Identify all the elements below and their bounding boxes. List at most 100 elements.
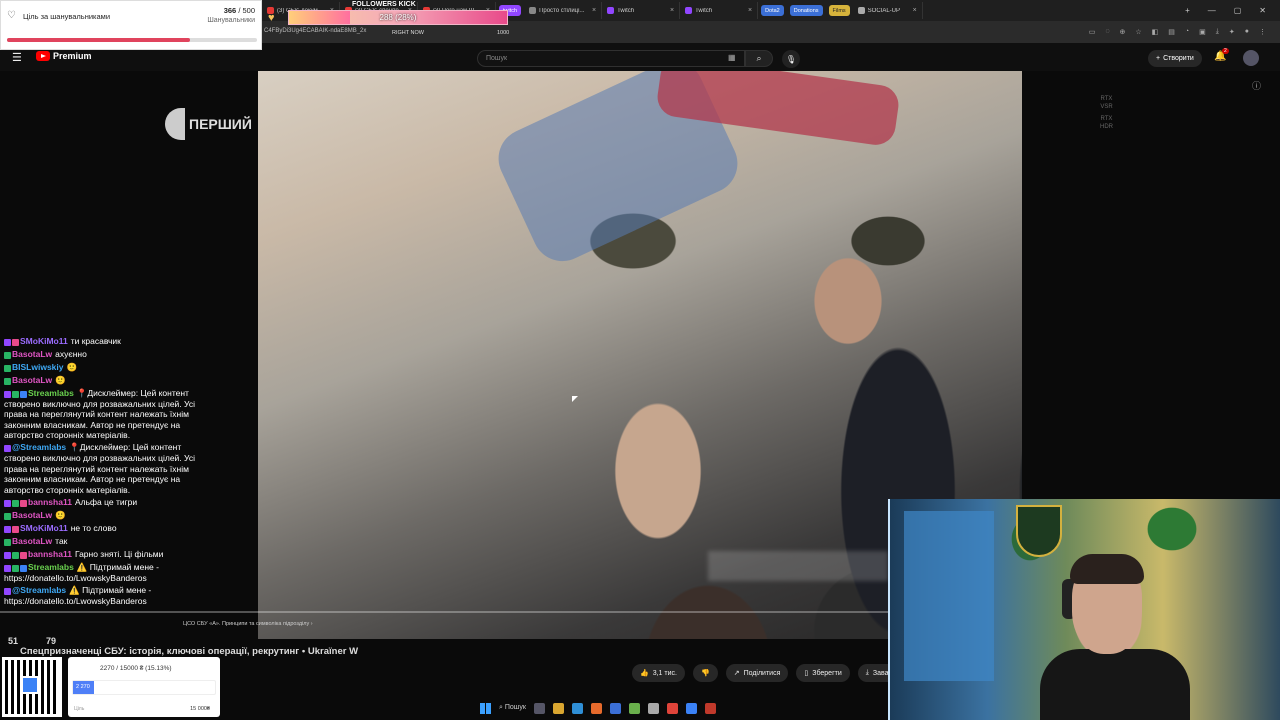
donation-progress-bar: 2 270 xyxy=(72,680,216,695)
chat-username[interactable]: SMoKiMo11 xyxy=(20,336,68,346)
chat-username[interactable]: Streamlabs xyxy=(28,388,74,398)
extension-icon[interactable]: ◧ xyxy=(1152,28,1159,36)
obs-icon[interactable] xyxy=(704,702,716,714)
chat-text: не то слово xyxy=(70,522,117,533)
youtube-logo[interactable]: Premium xyxy=(36,51,92,61)
page-icon xyxy=(857,7,865,14)
cast-icon[interactable]: ▭ xyxy=(1089,28,1096,36)
extension-icon[interactable]: ◔ xyxy=(1185,28,1189,36)
share-button[interactable]: ↗ Поділитися xyxy=(725,664,789,682)
search-button[interactable]: ⌕ xyxy=(745,50,773,67)
chat-badge-icon xyxy=(12,338,19,346)
keyboard-icon[interactable]: ▦ xyxy=(728,53,736,62)
goal-title: Ціль за шанувальниками xyxy=(23,12,111,21)
goal-total: / 500 xyxy=(238,6,255,15)
avatar[interactable] xyxy=(1243,50,1259,66)
qr-logo-icon xyxy=(21,676,39,694)
tab-label: Twitch xyxy=(695,7,713,14)
chat-username[interactable]: BasotaLw xyxy=(12,349,52,359)
thumbs-down-icon: 👎 xyxy=(700,670,710,677)
windows-start-icon[interactable] xyxy=(480,702,491,714)
voice-search-button[interactable]: 🎙 xyxy=(782,50,800,68)
chat-message: SMoKiMo11 не то слово xyxy=(0,522,222,535)
extensions-puzzle-icon[interactable]: ✦ xyxy=(1229,28,1235,36)
app-icon[interactable] xyxy=(609,702,621,714)
video-title: Спецпризначенці СБУ: історія, ключові оп… xyxy=(20,646,359,657)
firefox-icon[interactable] xyxy=(590,702,602,714)
edge-icon[interactable] xyxy=(571,702,583,714)
search-input[interactable]: Пошук xyxy=(477,50,745,67)
browser-tab[interactable]: SOCIAL-UP × xyxy=(853,2,923,19)
chat-username[interactable]: BISLwiwskiy xyxy=(12,362,64,372)
new-tab-icon[interactable]: + xyxy=(1185,6,1190,15)
chat-message: BISLwiwskiy 🙂 xyxy=(0,361,222,374)
webcam-overlay xyxy=(888,499,1280,720)
chapter-label[interactable]: ЦСО СБУ «А». Принципи та символіка підро… xyxy=(183,621,313,627)
chat-username[interactable]: Streamlabs xyxy=(28,562,74,572)
extension-icon[interactable]: ▣ xyxy=(1199,28,1206,36)
maximize-icon[interactable]: ▢ xyxy=(1234,6,1242,15)
menu-icon[interactable]: ☰ xyxy=(12,51,22,64)
chat-username[interactable]: bannsha11 xyxy=(28,497,72,507)
save-button[interactable]: ▯ Зберегти xyxy=(796,664,850,682)
tab-group-dota2[interactable]: Dota2 xyxy=(761,5,784,16)
chat-text: 🙂 xyxy=(66,361,78,372)
chat-badge-icon xyxy=(4,512,11,520)
chat-badge-icon xyxy=(12,564,19,572)
chat-badges xyxy=(4,562,28,572)
zoom-icon[interactable]: ⊕ xyxy=(1120,28,1126,36)
chat-badges xyxy=(4,536,12,546)
video-progress-bar[interactable] xyxy=(0,611,888,613)
minimize-icon[interactable]: — xyxy=(1208,6,1216,15)
browser-tab[interactable]: Просто стілиці... × xyxy=(524,2,603,19)
browser-tab[interactable]: Twitch × xyxy=(602,2,681,19)
chat-username[interactable]: bannsha11 xyxy=(28,549,72,559)
chat-username[interactable]: BasotaLw xyxy=(12,510,52,520)
chat-badge-icon xyxy=(12,551,19,559)
followers-sub: RIGHT NOW xyxy=(392,30,424,36)
youtube-play-icon xyxy=(36,51,50,61)
tab-label: Просто стілиці... xyxy=(539,7,585,14)
info-icon[interactable]: ⓘ xyxy=(1252,79,1261,92)
twitch-icon xyxy=(685,7,693,14)
close-window-icon[interactable]: ✕ xyxy=(1259,6,1266,15)
more-icon[interactable]: ⋮ xyxy=(1259,28,1266,36)
star-icon[interactable]: ☆ xyxy=(1135,28,1141,36)
close-icon[interactable]: × xyxy=(748,7,752,14)
tab-group-donations[interactable]: Donations xyxy=(789,5,823,16)
steam-icon[interactable] xyxy=(685,702,697,714)
close-icon[interactable]: × xyxy=(592,7,596,14)
chat-text: Альфа це тигри xyxy=(74,496,138,507)
chat-username[interactable]: @Streamlabs xyxy=(12,585,66,595)
donation-goal-widget: 2270 / 15000 ₴ (15.13%) 2 270 Ціль 15 00… xyxy=(68,657,220,717)
download-icon[interactable]: ⤓ xyxy=(1216,28,1219,36)
close-icon[interactable]: × xyxy=(913,7,917,14)
chat-text: ахуєнно xyxy=(55,348,87,359)
file-explorer-icon[interactable] xyxy=(552,702,564,714)
rtx-label: HDR xyxy=(1100,124,1113,130)
taskbar-search[interactable]: ⌕ Пошук xyxy=(499,704,526,712)
extension-icon[interactable]: ▤ xyxy=(1168,28,1175,36)
dislike-button[interactable]: 👎 xyxy=(692,664,718,682)
chat-username[interactable]: @Streamlabs xyxy=(12,442,66,452)
url-fragment: C4FByDi3Ug4ECABAIK-ndaE8MB_2x xyxy=(264,28,367,34)
app-icon[interactable] xyxy=(628,702,640,714)
profile-icon[interactable]: ● xyxy=(1245,28,1249,36)
chat-message: bannsha11 Альфа це тигри xyxy=(0,496,222,509)
close-icon[interactable]: × xyxy=(670,7,674,14)
chat-username[interactable]: SMoKiMo11 xyxy=(20,523,68,533)
followers-progress-bar: 288 (28%) xyxy=(288,10,508,25)
stream-chat: SMoKiMo11 ти красавчик BasotaLw ахуєнно BISL… xyxy=(0,335,222,635)
chat-username[interactable]: BasotaLw xyxy=(12,536,52,546)
like-button[interactable]: 👍 3,1 тис. xyxy=(632,664,685,682)
tab-group-films[interactable]: Films xyxy=(828,5,850,16)
task-view-icon[interactable] xyxy=(533,702,545,714)
chat-username[interactable]: BasotaLw xyxy=(12,375,52,385)
browser-tab[interactable]: Twitch × xyxy=(680,2,759,19)
chrome-icon[interactable] xyxy=(666,702,678,714)
goal-progress-fill xyxy=(7,38,190,42)
rtx-label: RTX xyxy=(1100,116,1113,122)
create-button[interactable]: + Створити xyxy=(1148,50,1202,67)
eye-off-icon[interactable]: ◌ xyxy=(1105,28,1109,36)
app-icon[interactable] xyxy=(647,702,659,714)
